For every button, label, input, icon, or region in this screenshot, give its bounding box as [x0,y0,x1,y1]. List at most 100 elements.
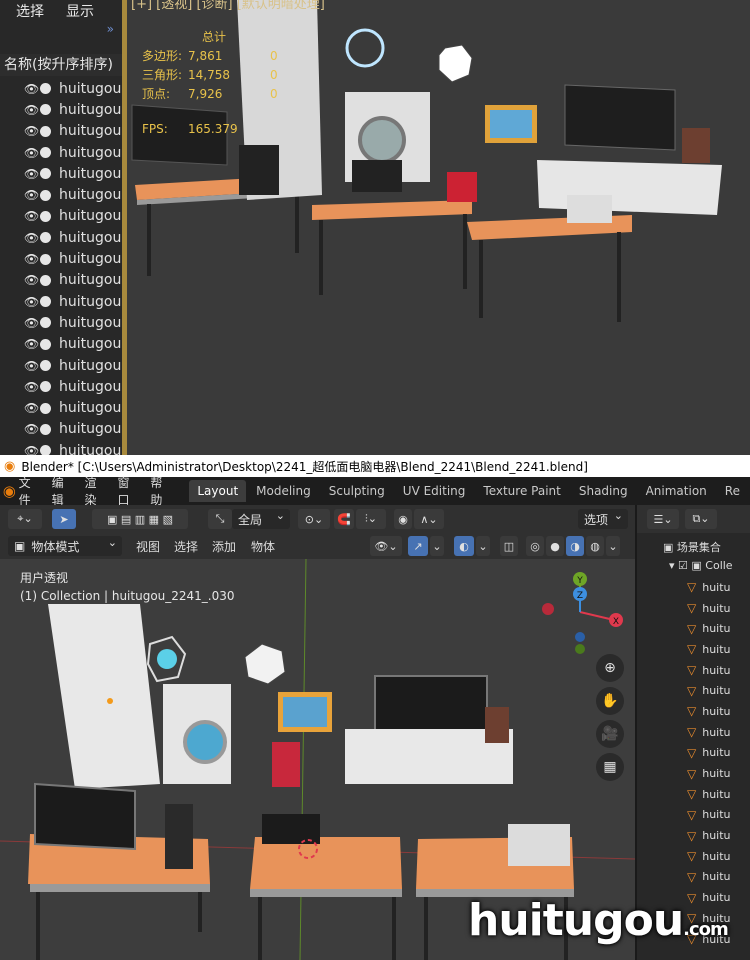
pan-hand-icon[interactable]: ✋ [596,687,624,715]
wireframe-shading-icon[interactable]: ◎ [526,536,544,556]
xray-icon[interactable]: ◫ [500,536,518,556]
gizmo-dropdown-icon[interactable]: ⌄ [430,536,444,556]
pivot-point-icon[interactable]: ⊙⌄ [298,509,330,529]
expand-arrow-icon[interactable]: ▾ [669,559,678,572]
grid-icon[interactable]: ▦ [596,753,624,781]
menu-window[interactable]: 窗口 [117,474,132,508]
list-item[interactable]: 👁 huitugou [0,355,122,376]
select-tool-icon[interactable]: ➤ [52,509,76,529]
falloff-icon[interactable]: ∧⌄ [414,509,444,529]
camera-icon[interactable]: 🎥 [596,720,624,748]
eye-icon[interactable]: 👁 [24,444,40,455]
eye-icon[interactable]: 👁 [24,337,40,351]
tab-modeling[interactable]: Modeling [248,480,319,502]
tab-uv-editing[interactable]: UV Editing [395,480,474,502]
list-item[interactable]: 👁 huitugou [0,270,122,291]
list-item[interactable]: ▽ huitu [637,701,750,722]
list-item[interactable]: 👁 huitugou [0,78,122,99]
menu-edit[interactable]: 编辑 [52,474,67,508]
menu-help[interactable]: 帮助 [150,474,165,508]
material-shading-icon[interactable]: ◑ [566,536,584,556]
eye-icon[interactable]: 👁 [24,231,40,245]
menu-add[interactable]: 添加 [212,538,236,555]
list-item[interactable]: ▽ huitu [637,660,750,681]
list-item[interactable]: ▽ huitu [637,618,750,639]
render-dot-icon[interactable] [40,317,51,329]
render-dot-icon[interactable] [40,338,51,350]
list-item[interactable]: 👁 huitugou [0,440,122,455]
list-item[interactable]: 👁 huitugou [0,334,122,355]
list-item[interactable]: 👁 huitugou [0,99,122,120]
render-dot-icon[interactable] [40,189,51,201]
gizmo-toggle-icon[interactable]: ↗ [408,536,428,556]
gizmo-neg-x-handle[interactable] [542,603,554,615]
transform-orientation-icon[interactable]: ⤡ [208,509,232,529]
list-item[interactable]: 👁 huitugou [0,419,122,440]
render-dot-icon[interactable] [40,381,51,393]
navigation-gizmo[interactable]: Y Z X [530,567,630,657]
options-dropdown[interactable]: 选项 [578,509,628,529]
list-item[interactable]: ▽ huitu [637,722,750,743]
eye-icon[interactable]: 👁 [24,401,40,415]
list-item[interactable]: ▽ huitu [637,763,750,784]
scene-collection-item[interactable]: ▣ 场景集合 [663,539,721,555]
sort-column-header[interactable]: 名称(按升序排序) [0,54,122,76]
snap-icon[interactable]: 🧲 [334,509,354,529]
render-dot-icon[interactable] [40,232,51,244]
tab-rendering[interactable]: Re [717,480,748,502]
tab-texture-paint[interactable]: Texture Paint [475,480,568,502]
gizmo-neg-z-handle[interactable] [575,632,585,642]
snap-target-icon[interactable]: ⫶⌄ [356,509,386,529]
gizmo-neg-y-handle[interactable] [575,644,585,654]
eye-icon[interactable]: 👁 [24,316,40,330]
list-item[interactable]: ▽ huitu [637,598,750,619]
render-dot-icon[interactable] [40,147,51,159]
menu-select[interactable]: 选择 [174,538,198,555]
render-dot-icon[interactable] [40,296,51,308]
proportional-edit-icon[interactable]: ◉ [394,509,412,529]
render-dot-icon[interactable] [40,83,51,95]
tab-shading[interactable]: Shading [571,480,636,502]
eye-icon[interactable]: 👁 [24,380,40,394]
checkbox-icon[interactable]: ☑ [678,559,691,572]
eye-icon[interactable]: 👁 [24,422,40,436]
tab-layout[interactable]: Layout [189,480,247,502]
list-item[interactable]: 👁 huitugou [0,227,122,248]
render-dot-icon[interactable] [40,104,51,116]
render-dot-icon[interactable] [40,423,51,435]
render-dot-icon[interactable] [40,125,51,137]
eye-icon[interactable]: 👁 [24,124,40,138]
shading-dropdown-icon[interactable]: ⌄ [606,536,620,556]
render-dot-icon[interactable] [40,168,51,180]
list-item[interactable]: ▽ huitu [637,680,750,701]
render-dot-icon[interactable] [40,210,51,222]
chevron-right-icon[interactable]: » [107,22,114,36]
list-item[interactable]: ▽ huitu [637,825,750,846]
select-mode-icons[interactable]: ▣ ▤ ▥ ▦ ▧ [92,509,188,529]
menu-view[interactable]: 视图 [136,538,160,555]
eye-icon[interactable]: 👁 [24,273,40,287]
collection-item[interactable]: ▾ ☑ ▣ Colle [669,559,733,572]
overlay-dropdown-icon[interactable]: ⌄ [476,536,490,556]
list-item[interactable]: ▽ huitu [637,743,750,764]
render-dot-icon[interactable] [40,274,51,286]
list-item[interactable]: ▽ huitu [637,639,750,660]
list-item[interactable]: 👁 huitugou [0,206,122,227]
select-menu[interactable]: 选择 [16,1,44,21]
list-item[interactable]: 👁 huitugou [0,184,122,205]
list-item[interactable]: ▽ huitu [637,846,750,867]
eye-icon[interactable]: 👁 [24,103,40,117]
list-item[interactable]: 👁 huitugou [0,248,122,269]
rendered-shading-icon[interactable]: ◍ [586,536,604,556]
tab-animation[interactable]: Animation [638,480,715,502]
list-item[interactable]: 👁 huitugou [0,142,122,163]
object-mode-dropdown[interactable]: ▣ 物体模式 [8,536,122,556]
display-menu[interactable]: 显示 [66,1,94,21]
menu-object[interactable]: 物体 [251,538,275,555]
eye-icon[interactable]: 👁 [24,359,40,373]
list-item[interactable]: 👁 huitugou [0,397,122,418]
eye-icon[interactable]: 👁 [24,252,40,266]
list-item[interactable]: ▽ huitu [637,867,750,888]
render-dot-icon[interactable] [40,253,51,265]
display-mode-icon[interactable]: ☰⌄ [647,509,679,529]
